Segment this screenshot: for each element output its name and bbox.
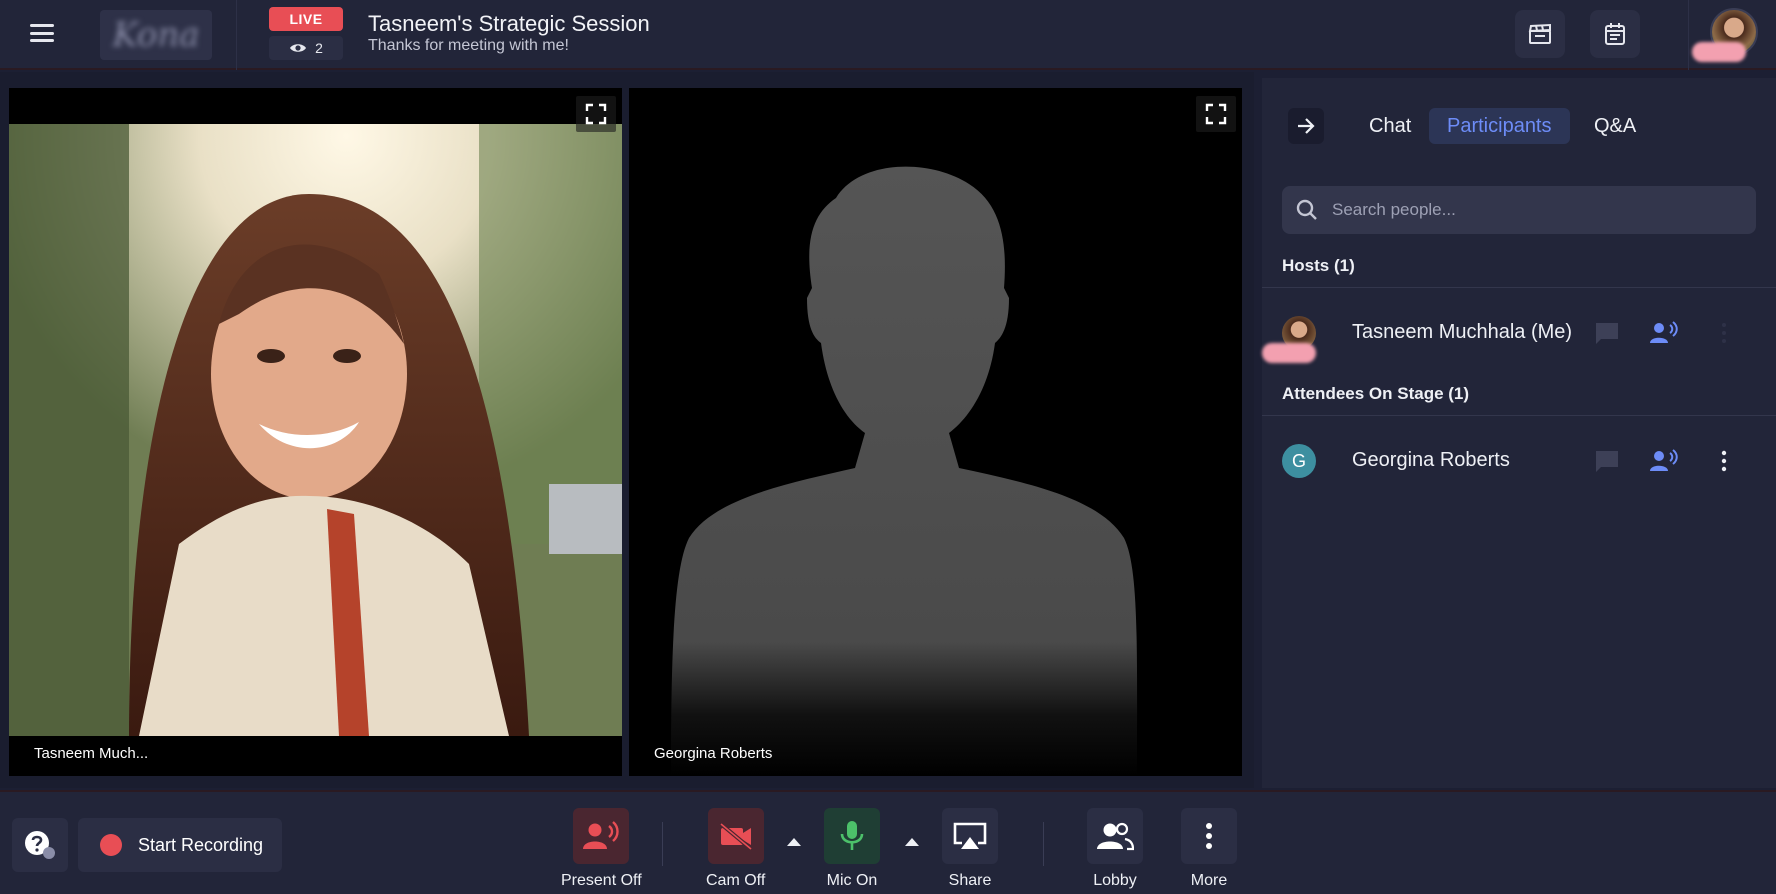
expand-button[interactable] [576,96,616,132]
tile-participant-name: Tasneem Much... [34,745,149,762]
viewer-count-value: 2 [315,40,323,56]
share-toggle[interactable] [942,808,998,864]
person-speaking-icon [583,821,620,849]
record-icon [100,834,122,856]
divider [1043,822,1044,866]
present-label: Present Off [561,872,642,889]
logo-text: Kona [112,15,200,55]
more-button[interactable]: More [1181,808,1237,890]
divider [662,822,663,866]
live-badge: LIVE [269,7,343,31]
camera-button[interactable]: Cam Off [706,808,765,890]
airplay-icon [953,822,987,849]
user-badge [1692,42,1746,62]
participant-name: Tasneem Muchhala (Me) [1352,321,1573,343]
viewer-count: 2 [269,36,343,60]
eye-icon [290,44,307,52]
participant-options-button[interactable] [1709,447,1739,475]
tab-participants[interactable]: Participants [1429,108,1570,144]
speaker-button[interactable] [1650,447,1680,475]
lobby-button[interactable]: Lobby [1087,808,1143,890]
participant-name: Georgina Roberts [1352,449,1510,471]
camera-off-icon [719,822,752,851]
mic-button[interactable]: Mic On [824,808,880,890]
speaker-button[interactable] [1650,319,1680,347]
more-vertical-icon [1721,450,1727,472]
people-icon [1097,822,1134,851]
clapperboard-icon [1528,23,1551,44]
menu-icon[interactable] [26,22,58,44]
clapperboard-button[interactable] [1515,10,1565,58]
lobby-label: Lobby [1093,872,1137,889]
session-title: Tasneem's Strategic Session [368,11,650,36]
message-button[interactable] [1592,447,1622,475]
search-icon [1296,199,1317,220]
more-vertical-icon [1722,323,1726,343]
participant-row[interactable]: G Georgina Roberts [1262,431,1776,491]
tab-chat[interactable]: Chat [1351,108,1429,144]
divider [1688,0,1689,70]
participant-video [9,124,622,736]
collapse-panel-button[interactable] [1288,108,1324,144]
fullscreen-icon [1205,103,1227,125]
lobby-toggle[interactable] [1087,808,1143,864]
present-toggle[interactable] [573,808,630,864]
tab-qa[interactable]: Q&A [1576,108,1654,144]
logo: Kona [100,10,212,60]
video-tile[interactable]: Georgina Roberts [629,88,1242,776]
person-speaking-icon [1650,321,1678,343]
attendees-section-label: Attendees On Stage (1) [1282,384,1470,403]
calendar-icon [1605,23,1625,45]
chat-bubble-icon [1596,451,1618,472]
side-panel: Chat Participants Q&A Hosts (1) Tasneem … [1262,78,1776,788]
message-button[interactable] [1592,319,1622,347]
more-label: More [1190,872,1228,889]
avatar: G [1282,444,1316,478]
help-chat-icon [25,831,55,859]
host-badge [1262,343,1316,363]
camera-label: Cam Off [706,872,766,889]
session-subtitle: Thanks for meeting with me! [368,37,569,54]
microphone-icon [840,821,864,850]
start-recording-label: Start Recording [138,834,264,855]
expand-button[interactable] [1196,96,1236,132]
participant-row[interactable]: Tasneem Muchhala (Me) [1262,303,1776,363]
top-bar: Kona LIVE 2 Tasneem's Strategic Session … [0,0,1776,70]
mic-toggle[interactable] [824,808,880,864]
person-speaking-icon [1650,449,1678,471]
more-toggle[interactable] [1181,808,1237,864]
participant-options-button[interactable] [1709,319,1739,347]
divider [1262,287,1776,288]
mic-label: Mic On [826,872,878,889]
tile-participant-name: Georgina Roberts [654,745,773,762]
help-button[interactable] [12,818,68,872]
divider [236,0,237,70]
share-label: Share [948,872,992,889]
mic-options-caret-icon[interactable] [905,838,919,846]
camera-toggle[interactable] [707,808,764,864]
start-recording-button[interactable]: Start Recording [78,818,282,872]
share-button[interactable]: Share [942,808,998,890]
calendar-button[interactable] [1590,10,1640,58]
video-tile[interactable]: Tasneem Much... [9,88,622,776]
search-input[interactable] [1332,186,1742,234]
bottom-toolbar: Start Recording Present Off Cam Off Mic … [0,790,1776,894]
camera-options-caret-icon[interactable] [787,838,801,846]
hosts-section-label: Hosts (1) [1282,256,1355,275]
fullscreen-icon [585,103,607,125]
avatar-silhouette-icon [671,166,1138,776]
chat-bubble-icon [1596,323,1618,344]
video-stage: Tasneem Much... Georgina Roberts [0,72,1254,788]
search-people[interactable] [1282,186,1756,234]
present-button[interactable]: Present Off [561,808,642,890]
arrow-right-icon [1298,118,1315,134]
divider [1262,415,1776,416]
more-vertical-icon [1206,823,1212,849]
